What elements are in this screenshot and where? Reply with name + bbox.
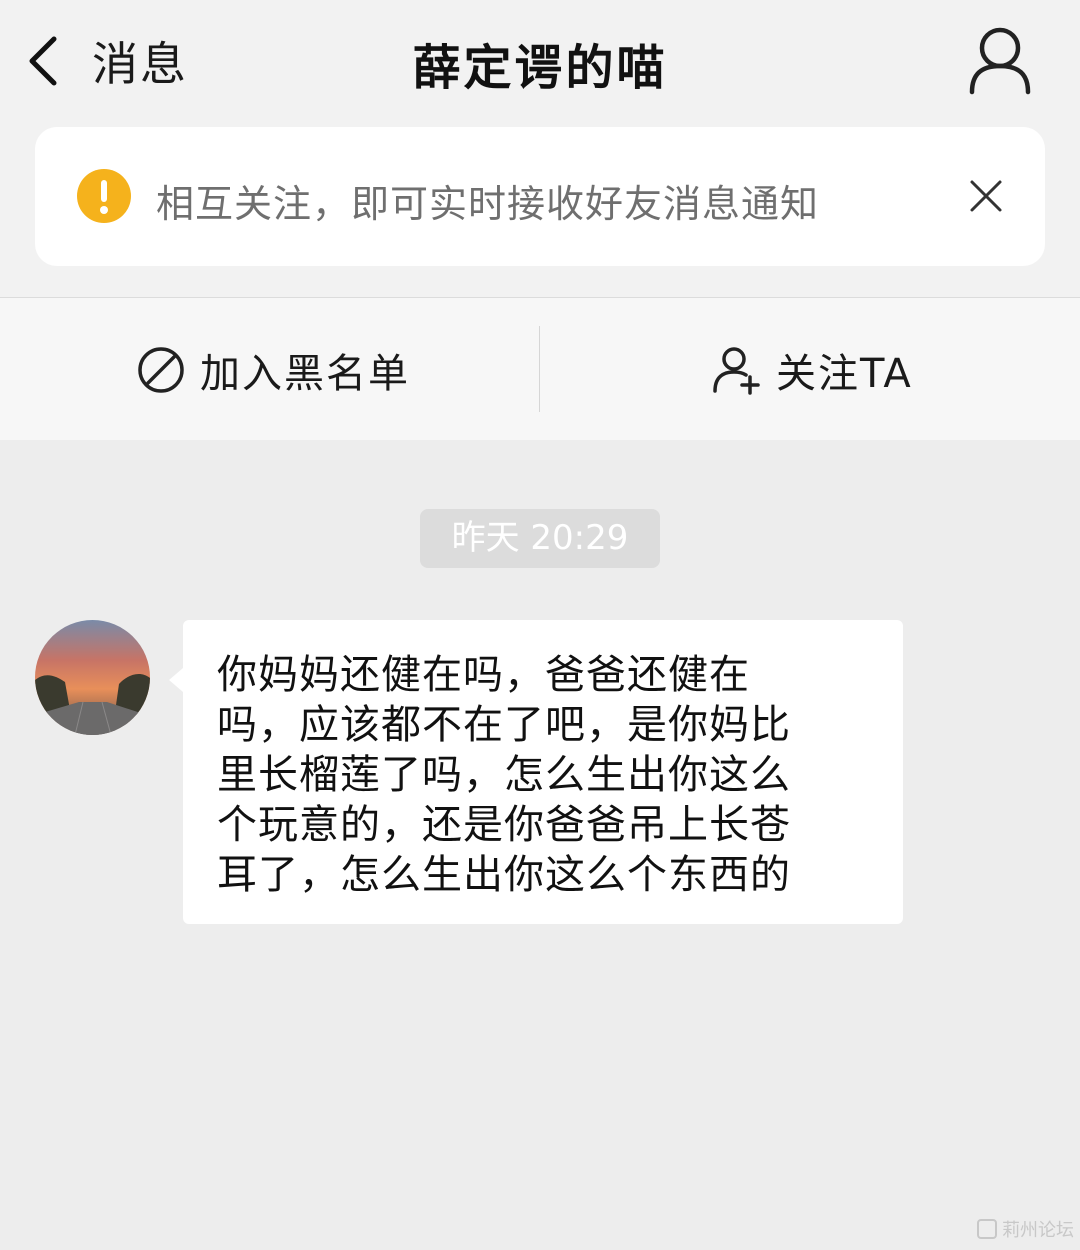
watermark-text: 莉州论坛 <box>1002 1220 1074 1241</box>
follow-button[interactable]: 关注TA <box>712 298 913 441</box>
user-icon <box>969 27 1031 95</box>
add-user-icon <box>713 346 760 395</box>
top-bar: 消息 薛定谔的喵 相互关注，即可实时接收好友消息通知 <box>0 0 1080 297</box>
message-bubble[interactable]: 你妈妈还健在吗，爸爸还健在吗，应该都不在了吧，是你妈比里长榴莲了吗，怎么生出你这… <box>169 620 903 924</box>
message-text: 你妈妈还健在吗，爸爸还健在吗，应该都不在了吧，是你妈比里长榴莲了吗，怎么生出你这… <box>217 652 791 898</box>
action-bar: 加入黑名单 关注TA <box>0 297 1080 440</box>
block-icon <box>138 346 184 393</box>
avatar[interactable] <box>35 620 150 735</box>
back-button[interactable]: 消息 <box>22 26 202 96</box>
sunset-avatar-image <box>35 620 150 735</box>
follow-notice-banner: 相互关注，即可实时接收好友消息通知 <box>35 127 1045 266</box>
block-label: 加入黑名单 <box>200 350 410 397</box>
close-notice-button[interactable] <box>967 177 1005 215</box>
watermark: 莉州论坛 <box>976 1216 1074 1242</box>
warning-icon <box>77 169 131 223</box>
follow-label: 关注TA <box>776 350 913 397</box>
back-label: 消息 <box>92 37 188 91</box>
close-icon <box>970 180 1002 212</box>
profile-button[interactable] <box>962 22 1038 98</box>
chevron-left-icon <box>29 36 57 86</box>
page-title: 薛定谔的喵 <box>412 40 668 96</box>
notice-text: 相互关注，即可实时接收好友消息通知 <box>156 182 820 226</box>
message-timestamp: 昨天 20:29 <box>420 509 660 568</box>
block-button[interactable]: 加入黑名单 <box>136 298 410 441</box>
divider <box>539 326 540 412</box>
watermark-logo-icon <box>977 1219 997 1239</box>
